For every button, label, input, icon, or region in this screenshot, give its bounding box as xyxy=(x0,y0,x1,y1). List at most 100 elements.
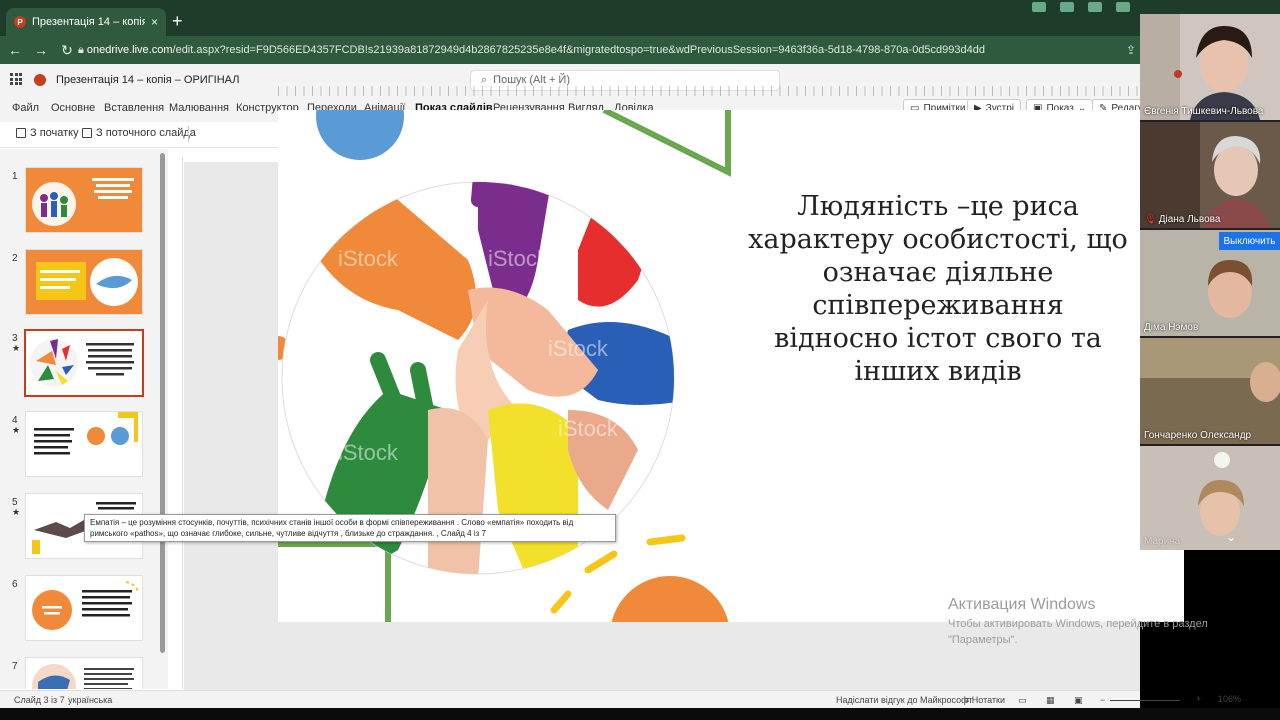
mic-off-icon: 🎙︎ xyxy=(1144,214,1157,225)
layout-icon[interactable] xyxy=(1088,2,1102,12)
participant-name: Гончаренко Олександр xyxy=(1144,430,1252,441)
notes-toggle[interactable]: ≡ Нотатки xyxy=(964,695,1005,705)
animation-star-icon: ★ xyxy=(12,507,21,517)
slide-thumbnail-3[interactable] xyxy=(24,329,144,397)
chevron-down-icon[interactable]: ⌄ xyxy=(1226,530,1236,544)
deco-yellow-dash xyxy=(646,534,686,546)
thumb-4-art xyxy=(26,412,142,476)
deco-orange-semicircle xyxy=(611,576,729,622)
new-tab-button[interactable]: + xyxy=(172,12,183,30)
reading-view-icon[interactable]: ▣ xyxy=(1074,695,1083,706)
normal-view-icon[interactable]: ▭ xyxy=(1018,695,1027,706)
slide-thumbnail-4[interactable] xyxy=(25,411,143,477)
status-bar: Слайд 3 із 7 українська Надіслати відгук… xyxy=(0,690,1180,708)
slideshow-start-icon xyxy=(16,128,26,138)
feedback-link[interactable]: Надіслати відгук до Майкрософт xyxy=(836,695,973,705)
restore-icon[interactable] xyxy=(1060,2,1074,12)
powerpoint-logo-icon xyxy=(34,74,46,86)
share-icon[interactable]: ⇪ xyxy=(1126,43,1136,57)
animation-star-icon: ★ xyxy=(12,425,21,435)
watermark-subtitle: Чтобы активировать Windows, перейдите в … xyxy=(948,618,1208,646)
menu-draw[interactable]: Малювання xyxy=(169,102,229,114)
menu-home[interactable]: Основне xyxy=(51,102,95,114)
thumb-7-art xyxy=(26,658,142,689)
menu-insert[interactable]: Вставлення xyxy=(104,102,164,114)
participant-tile-1[interactable]: Євгенія Тишкевич-Львова xyxy=(1140,14,1280,120)
tab-close-icon[interactable]: × xyxy=(151,15,158,29)
deco-green-triangle xyxy=(602,110,731,177)
reload-icon[interactable]: ↻ xyxy=(60,42,74,59)
thumb-3-art xyxy=(26,331,142,395)
slide-body-text[interactable]: Людяність –це риса характеру особистості… xyxy=(748,190,1128,388)
thumb-number: 6 xyxy=(12,579,18,590)
zoom-level[interactable]: 106% xyxy=(1218,694,1241,704)
notes-icon: ≡ xyxy=(964,695,972,705)
hand-skin xyxy=(428,408,488,574)
window-controls xyxy=(1032,0,1130,14)
thumb-number: 7 xyxy=(12,661,18,672)
zoom-in-icon[interactable]: + xyxy=(1196,694,1201,704)
deco-blue-circle xyxy=(316,110,404,160)
browser-tab[interactable]: P Презентація 14 – копія – ОРИ × xyxy=(6,8,166,36)
mute-participant-button[interactable]: Выключить xyxy=(1219,232,1280,250)
slideshow-current-icon xyxy=(82,128,92,138)
ribbon-separator xyxy=(188,126,189,142)
istock-watermark-1: iStock xyxy=(548,160,609,185)
slide-thumbnails-pane: 1 2 3 ★ 4 ★ 5 ★ 6 7 xyxy=(0,149,168,689)
slide-tooltip: Емпатія – це розуміння стосунків, почутт… xyxy=(84,514,616,542)
deco-yellow-dash xyxy=(584,550,618,574)
powerpoint-favicon-icon: P xyxy=(14,16,26,28)
participant-name: 🎙︎ Діана Львова xyxy=(1144,214,1221,225)
menu-file[interactable]: Файл xyxy=(12,102,39,114)
participant-name: Марина xyxy=(1144,536,1181,547)
deco-yellow-dash xyxy=(550,590,572,614)
language-indicator[interactable]: українська xyxy=(68,695,112,705)
slide-thumbnail-7[interactable] xyxy=(25,657,143,689)
zoom-out-icon[interactable]: − xyxy=(1100,695,1105,705)
thumb-number: 2 xyxy=(12,253,18,264)
taskbar-strip xyxy=(0,708,1280,720)
windows-activation-watermark: Активация Windows Чтобы активировать Win… xyxy=(948,596,1233,648)
zoom-slider[interactable] xyxy=(1110,700,1180,701)
forward-arrow-icon[interactable]: → xyxy=(34,42,48,58)
url-field[interactable]: 🔒︎ onedrive.live.com/edit.aspx?resid=F9D… xyxy=(78,44,985,57)
slide-thumbnail-6[interactable] xyxy=(25,575,143,641)
from-current-button[interactable]: З поточного слайда xyxy=(82,127,196,139)
grid-icon[interactable] xyxy=(1116,2,1130,12)
participant-tile-2[interactable]: 🎙︎ Діана Львова xyxy=(1140,122,1280,228)
sorter-view-icon[interactable]: ▦ xyxy=(1046,695,1055,706)
back-arrow-icon[interactable]: ← xyxy=(8,42,22,58)
thumb-6-art xyxy=(26,576,142,640)
minimize-icon[interactable] xyxy=(1032,2,1046,12)
deco-green-corner xyxy=(278,541,391,622)
participant-1-video xyxy=(1140,14,1280,120)
istock-watermark-2: iStock xyxy=(338,246,399,271)
thumb-1-art xyxy=(26,168,142,232)
thumb-number: 1 xyxy=(12,171,18,182)
participant-tile-4[interactable]: Гончаренко Олександр xyxy=(1140,338,1280,444)
from-start-button[interactable]: З початку xyxy=(16,127,79,139)
participant-tile-5[interactable]: Марина xyxy=(1140,446,1280,550)
lock-icon: 🔒︎ xyxy=(78,44,87,56)
thumbnails-scrollbar[interactable] xyxy=(160,153,165,653)
vertical-ruler xyxy=(169,157,183,689)
participant-2-video xyxy=(1140,122,1280,228)
animation-star-icon: ★ xyxy=(12,343,21,353)
participant-name: Діма Нэмов xyxy=(1144,322,1199,333)
istock-watermark-3: iStock xyxy=(488,246,549,271)
browser-tab-bar: P Презентація 14 – копія – ОРИ × + xyxy=(0,0,1280,36)
participant-name: Євгенія Тишкевич-Львова xyxy=(1144,106,1264,117)
thumb-2-art xyxy=(26,250,142,314)
app-launcher-icon[interactable] xyxy=(10,73,22,85)
tab-title: Презентація 14 – копія – ОРИ xyxy=(32,16,145,28)
participant-5-video xyxy=(1140,446,1280,550)
url-host: onedrive.live.com xyxy=(86,44,173,56)
slide-counter: Слайд 3 із 7 xyxy=(14,695,65,705)
slide-thumbnail-1[interactable] xyxy=(25,167,143,233)
current-slide[interactable]: iStock iStock iStock iStock iStock iStoc… xyxy=(278,110,1184,622)
istock-watermark-6: iStock xyxy=(338,440,399,465)
horizontal-ruler xyxy=(278,86,1138,96)
slide-thumbnail-2[interactable] xyxy=(25,249,143,315)
istock-watermark-5: iStock xyxy=(558,416,619,441)
document-title[interactable]: Презентація 14 – копія – ОРИГІНАЛ xyxy=(56,74,239,86)
